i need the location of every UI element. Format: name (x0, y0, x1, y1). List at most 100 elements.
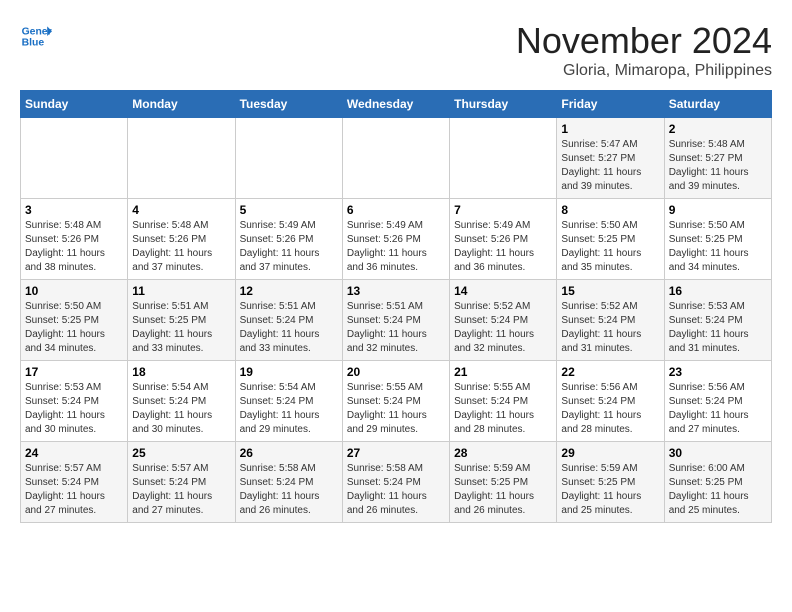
day-number: 15 (561, 284, 659, 298)
day-number: 14 (454, 284, 552, 298)
day-cell: 10 Sunrise: 5:50 AM Sunset: 5:25 PM Dayli… (21, 280, 128, 361)
day-number: 18 (132, 365, 230, 379)
day-cell: 21 Sunrise: 5:55 AM Sunset: 5:24 PM Dayli… (450, 361, 557, 442)
day-cell: 22 Sunrise: 5:56 AM Sunset: 5:24 PM Dayli… (557, 361, 664, 442)
day-cell: 2 Sunrise: 5:48 AM Sunset: 5:27 PM Daylig… (664, 118, 771, 199)
day-number: 9 (669, 203, 767, 217)
day-cell: 27 Sunrise: 5:58 AM Sunset: 5:24 PM Dayli… (342, 442, 449, 523)
calendar-table: SundayMondayTuesdayWednesdayThursdayFrid… (20, 90, 772, 523)
day-number: 22 (561, 365, 659, 379)
svg-text:Blue: Blue (22, 38, 45, 49)
day-cell: 14 Sunrise: 5:52 AM Sunset: 5:24 PM Dayli… (450, 280, 557, 361)
day-cell: 30Sunrise: 6:00 AM Sunset: 5:25 PM Dayli… (664, 442, 771, 523)
day-number: 8 (561, 203, 659, 217)
day-info: Sunrise: 5:58 AM Sunset: 5:24 PM Dayligh… (240, 462, 338, 518)
title-area: November 2024 Gloria, Mimaropa, Philippi… (516, 20, 772, 80)
day-cell: 5 Sunrise: 5:49 AM Sunset: 5:26 PM Daylig… (235, 199, 342, 280)
week-row-4: 17 Sunrise: 5:53 AM Sunset: 5:24 PM Dayli… (21, 361, 772, 442)
day-info: Sunrise: 5:57 AM Sunset: 5:24 PM Dayligh… (132, 462, 230, 518)
day-cell (342, 118, 449, 199)
week-row-1: 1 Sunrise: 5:47 AM Sunset: 5:27 PM Daylig… (21, 118, 772, 199)
day-info: Sunrise: 5:48 AM Sunset: 5:27 PM Dayligh… (669, 138, 767, 194)
day-number: 7 (454, 203, 552, 217)
week-row-3: 10 Sunrise: 5:50 AM Sunset: 5:25 PM Dayli… (21, 280, 772, 361)
location-title: Gloria, Mimaropa, Philippines (516, 62, 772, 80)
calendar-body: 1 Sunrise: 5:47 AM Sunset: 5:27 PM Daylig… (21, 118, 772, 523)
day-cell: 7 Sunrise: 5:49 AM Sunset: 5:26 PM Daylig… (450, 199, 557, 280)
day-info: Sunrise: 5:48 AM Sunset: 5:26 PM Dayligh… (25, 219, 123, 275)
day-info: Sunrise: 5:57 AM Sunset: 5:24 PM Dayligh… (25, 462, 123, 518)
header-cell-saturday: Saturday (664, 91, 771, 118)
day-info: Sunrise: 5:50 AM Sunset: 5:25 PM Dayligh… (561, 219, 659, 275)
day-cell: 19Sunrise: 5:54 AM Sunset: 5:24 PM Dayli… (235, 361, 342, 442)
day-info: Sunrise: 5:52 AM Sunset: 5:24 PM Dayligh… (454, 300, 552, 356)
day-info: Sunrise: 5:53 AM Sunset: 5:24 PM Dayligh… (25, 381, 123, 437)
day-info: Sunrise: 5:56 AM Sunset: 5:24 PM Dayligh… (669, 381, 767, 437)
day-number: 6 (347, 203, 445, 217)
day-cell: 29 Sunrise: 5:59 AM Sunset: 5:25 PM Dayli… (557, 442, 664, 523)
day-cell: 28Sunrise: 5:59 AM Sunset: 5:25 PM Dayli… (450, 442, 557, 523)
day-cell: 15 Sunrise: 5:52 AM Sunset: 5:24 PM Dayli… (557, 280, 664, 361)
day-info: Sunrise: 5:47 AM Sunset: 5:27 PM Dayligh… (561, 138, 659, 194)
day-cell (21, 118, 128, 199)
day-number: 1 (561, 122, 659, 136)
day-number: 24 (25, 446, 123, 460)
day-number: 2 (669, 122, 767, 136)
day-info: Sunrise: 5:55 AM Sunset: 5:24 PM Dayligh… (347, 381, 445, 437)
day-info: Sunrise: 5:54 AM Sunset: 5:24 PM Dayligh… (132, 381, 230, 437)
day-cell: 16 Sunrise: 5:53 AM Sunset: 5:24 PM Dayli… (664, 280, 771, 361)
header-cell-friday: Friday (557, 91, 664, 118)
header-cell-tuesday: Tuesday (235, 91, 342, 118)
day-cell: 12Sunrise: 5:51 AM Sunset: 5:24 PM Dayli… (235, 280, 342, 361)
header-row: SundayMondayTuesdayWednesdayThursdayFrid… (21, 91, 772, 118)
day-info: Sunrise: 5:51 AM Sunset: 5:25 PM Dayligh… (132, 300, 230, 356)
week-row-5: 24 Sunrise: 5:57 AM Sunset: 5:24 PM Dayli… (21, 442, 772, 523)
day-cell: 6 Sunrise: 5:49 AM Sunset: 5:26 PM Daylig… (342, 199, 449, 280)
day-number: 13 (347, 284, 445, 298)
day-number: 29 (561, 446, 659, 460)
day-number: 25 (132, 446, 230, 460)
day-number: 27 (347, 446, 445, 460)
day-number: 16 (669, 284, 767, 298)
day-cell: 11 Sunrise: 5:51 AM Sunset: 5:25 PM Dayli… (128, 280, 235, 361)
day-info: Sunrise: 5:50 AM Sunset: 5:25 PM Dayligh… (25, 300, 123, 356)
logo: General Blue (20, 20, 52, 52)
day-cell (128, 118, 235, 199)
day-info: Sunrise: 5:52 AM Sunset: 5:24 PM Dayligh… (561, 300, 659, 356)
day-info: Sunrise: 5:48 AM Sunset: 5:26 PM Dayligh… (132, 219, 230, 275)
day-info: Sunrise: 5:51 AM Sunset: 5:24 PM Dayligh… (347, 300, 445, 356)
day-number: 5 (240, 203, 338, 217)
day-info: Sunrise: 5:58 AM Sunset: 5:24 PM Dayligh… (347, 462, 445, 518)
week-row-2: 3Sunrise: 5:48 AM Sunset: 5:26 PM Daylig… (21, 199, 772, 280)
day-cell: 18 Sunrise: 5:54 AM Sunset: 5:24 PM Dayli… (128, 361, 235, 442)
day-cell: 24 Sunrise: 5:57 AM Sunset: 5:24 PM Dayli… (21, 442, 128, 523)
day-number: 10 (25, 284, 123, 298)
day-info: Sunrise: 5:49 AM Sunset: 5:26 PM Dayligh… (240, 219, 338, 275)
day-number: 21 (454, 365, 552, 379)
day-info: Sunrise: 5:56 AM Sunset: 5:24 PM Dayligh… (561, 381, 659, 437)
day-number: 11 (132, 284, 230, 298)
day-cell: 25 Sunrise: 5:57 AM Sunset: 5:24 PM Dayli… (128, 442, 235, 523)
day-number: 4 (132, 203, 230, 217)
day-cell (450, 118, 557, 199)
day-info: Sunrise: 5:53 AM Sunset: 5:24 PM Dayligh… (669, 300, 767, 356)
day-number: 17 (25, 365, 123, 379)
day-info: Sunrise: 5:59 AM Sunset: 5:25 PM Dayligh… (561, 462, 659, 518)
day-info: Sunrise: 5:54 AM Sunset: 5:24 PM Dayligh… (240, 381, 338, 437)
day-info: Sunrise: 5:49 AM Sunset: 5:26 PM Dayligh… (454, 219, 552, 275)
day-cell: 20 Sunrise: 5:55 AM Sunset: 5:24 PM Dayli… (342, 361, 449, 442)
day-cell: 17 Sunrise: 5:53 AM Sunset: 5:24 PM Dayli… (21, 361, 128, 442)
day-cell: 26 Sunrise: 5:58 AM Sunset: 5:24 PM Dayli… (235, 442, 342, 523)
day-number: 28 (454, 446, 552, 460)
day-info: Sunrise: 5:55 AM Sunset: 5:24 PM Dayligh… (454, 381, 552, 437)
month-title: November 2024 (516, 20, 772, 62)
day-info: Sunrise: 5:49 AM Sunset: 5:26 PM Dayligh… (347, 219, 445, 275)
day-number: 23 (669, 365, 767, 379)
header-cell-wednesday: Wednesday (342, 91, 449, 118)
day-cell: 23 Sunrise: 5:56 AM Sunset: 5:24 PM Dayli… (664, 361, 771, 442)
day-number: 26 (240, 446, 338, 460)
day-number: 20 (347, 365, 445, 379)
day-cell: 3Sunrise: 5:48 AM Sunset: 5:26 PM Daylig… (21, 199, 128, 280)
day-cell: 9Sunrise: 5:50 AM Sunset: 5:25 PM Daylig… (664, 199, 771, 280)
header-cell-monday: Monday (128, 91, 235, 118)
